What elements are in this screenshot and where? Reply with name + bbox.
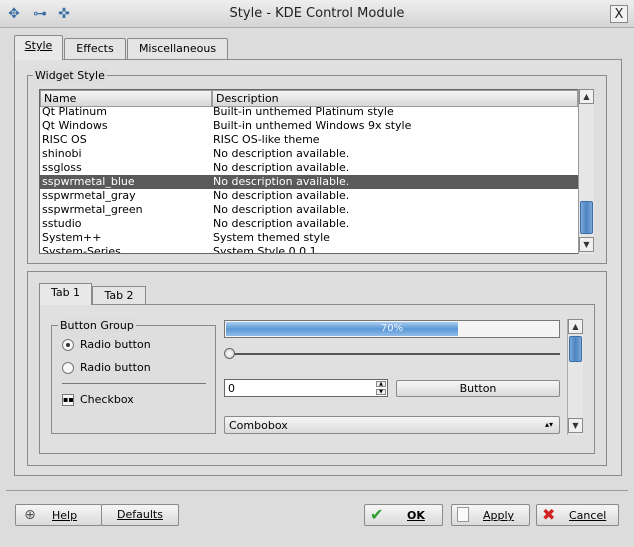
- spinbox[interactable]: 0 ▲ ▼: [224, 379, 388, 397]
- row-description: Built-in unthemed Platinum style: [213, 105, 394, 118]
- button-group-title: Button Group: [58, 319, 136, 332]
- row-description: No description available.: [213, 175, 350, 188]
- combobox[interactable]: Combobox ▴▾: [224, 416, 560, 434]
- radio-button-2[interactable]: [62, 362, 74, 374]
- ok-button[interactable]: ✔ OK: [364, 504, 443, 526]
- cancel-icon: ✖: [542, 505, 556, 524]
- preview-scrollbar[interactable]: ▲ ▼: [567, 319, 583, 435]
- checkbox[interactable]: ▪▪: [62, 394, 74, 406]
- table-row[interactable]: shinobi No description available.: [40, 147, 578, 161]
- table-row-selected[interactable]: sspwrmetal_blue No description available.: [40, 175, 578, 189]
- tab-effects[interactable]: Effects: [64, 38, 126, 59]
- apply-icon: [457, 507, 469, 522]
- radio-button-1-label: Radio button: [80, 338, 151, 351]
- row-description: Built-in unthemed Windows 9x style: [213, 119, 412, 132]
- row-description: System themed style: [213, 231, 330, 244]
- help-label-text: Help: [52, 509, 78, 522]
- row-name: ssgloss: [42, 161, 82, 174]
- row-name: Qt Windows: [42, 119, 108, 132]
- row-name: System++: [42, 231, 102, 244]
- table-row[interactable]: Qt Windows Built-in unthemed Windows 9x s…: [40, 119, 578, 133]
- ok-icon: ✔: [370, 505, 384, 524]
- table-row[interactable]: ssgloss No description available.: [40, 161, 578, 175]
- tab-1-label: Tab 1: [50, 286, 81, 299]
- progress-bar: 70%: [224, 320, 560, 338]
- row-name: Qt Platinum: [42, 105, 107, 118]
- radio-button-1[interactable]: [62, 339, 74, 351]
- defaults-label: Defaults: [117, 508, 163, 521]
- style-list[interactable]: Name Description Qt Platinum Built-in unt…: [39, 89, 594, 254]
- table-row[interactable]: RISC OS RISC OS-like theme: [40, 133, 578, 147]
- style-list-scrollbar[interactable]: ▲ ▼: [578, 89, 594, 254]
- ok-label: OK: [407, 508, 425, 523]
- slider-track[interactable]: [226, 353, 560, 355]
- ok-label-text: OK: [407, 509, 425, 522]
- tab-style-label: Style: [24, 39, 53, 52]
- arrow-down-icon[interactable]: ▼: [568, 418, 583, 433]
- tab-miscellaneous[interactable]: Miscellaneous: [127, 38, 228, 59]
- tab-2[interactable]: Tab 2: [92, 286, 146, 305]
- row-name: shinobi: [42, 147, 82, 160]
- table-row[interactable]: System-Series System Style 0.0.1: [40, 245, 578, 254]
- tab-effects-label: Effects: [76, 42, 114, 55]
- row-name: sspwrmetal_blue: [42, 175, 135, 188]
- close-icon[interactable]: X: [610, 5, 628, 23]
- help-icon: ⊕: [24, 507, 36, 523]
- table-row[interactable]: sstudio No description available.: [40, 217, 578, 231]
- scrollbar-thumb[interactable]: [580, 201, 593, 234]
- progress-label: 70%: [380, 323, 404, 334]
- tab-style[interactable]: Style: [14, 35, 63, 60]
- row-description: No description available.: [213, 203, 350, 216]
- window-title: Style - KDE Control Module: [229, 6, 405, 21]
- cancel-label: Cancel: [569, 508, 606, 523]
- checkbox-label: Checkbox: [80, 393, 134, 406]
- row-description: No description available.: [213, 189, 350, 202]
- table-row[interactable]: System++ System themed style: [40, 231, 578, 245]
- chevron-updown-icon: ▴▾: [545, 420, 554, 429]
- row-name: sstudio: [42, 217, 82, 230]
- combobox-value: Combobox: [229, 419, 288, 432]
- row-description: System Style 0.0.1: [213, 245, 317, 254]
- help-label: Help: [52, 508, 77, 523]
- column-header-name-label: Name: [44, 92, 77, 105]
- spin-down-icon[interactable]: ▼: [376, 389, 386, 395]
- cancel-button[interactable]: ✖ Cancel: [536, 504, 619, 526]
- spinbox-value: 0: [228, 382, 235, 395]
- row-name: System-Series: [42, 245, 121, 254]
- row-name: RISC OS: [42, 133, 87, 146]
- divider: [62, 383, 206, 384]
- tab-2-label: Tab 2: [104, 289, 134, 302]
- defaults-button[interactable]: Defaults: [101, 504, 179, 526]
- apply-button[interactable]: Apply: [451, 504, 530, 526]
- apply-label-text: Apply: [483, 509, 515, 522]
- spin-up-icon[interactable]: ▲: [376, 381, 386, 387]
- table-row[interactable]: sspwrmetal_green No description available…: [40, 203, 578, 217]
- apply-label: Apply: [483, 508, 514, 523]
- preview-button-label: Button: [459, 382, 497, 395]
- scrollbar-thumb[interactable]: [569, 336, 582, 362]
- slider-handle[interactable]: [224, 348, 235, 359]
- tab-1[interactable]: Tab 1: [39, 283, 92, 305]
- arrow-up-icon[interactable]: ▲: [568, 319, 583, 334]
- widget-style-title: Widget Style: [33, 69, 107, 82]
- preview-button[interactable]: Button: [396, 380, 560, 397]
- row-name: sspwrmetal_green: [42, 203, 143, 216]
- row-description: RISC OS-like theme: [213, 133, 320, 146]
- row-name: sspwrmetal_gray: [42, 189, 136, 202]
- radio-button-2-label: Radio button: [80, 361, 151, 374]
- help-button[interactable]: ⊕ Help: [15, 504, 102, 526]
- arrow-up-icon[interactable]: ▲: [579, 89, 594, 104]
- row-description: No description available.: [213, 161, 350, 174]
- arrow-down-icon[interactable]: ▼: [579, 237, 594, 252]
- row-description: No description available.: [213, 147, 350, 160]
- table-row[interactable]: Qt Platinum Built-in unthemed Platinum st…: [40, 105, 578, 119]
- table-row[interactable]: sspwrmetal_gray No description available.: [40, 189, 578, 203]
- column-header-description-label: Description: [216, 92, 279, 105]
- footer-divider: [6, 490, 628, 491]
- tab-miscellaneous-label: Miscellaneous: [138, 42, 217, 55]
- cancel-label-text: Cancel: [569, 509, 607, 522]
- row-description: No description available.: [213, 217, 350, 230]
